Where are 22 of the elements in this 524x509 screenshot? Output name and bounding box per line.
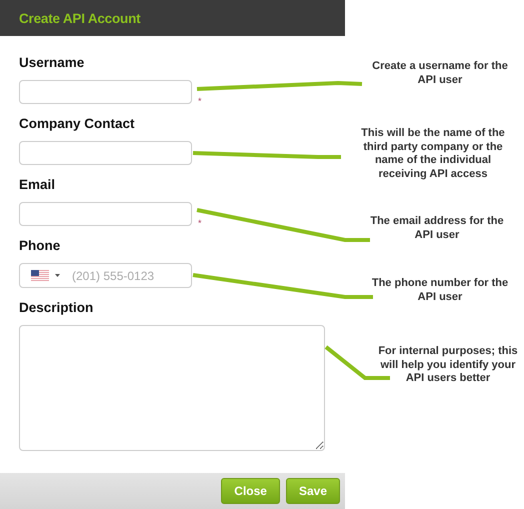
field-label: Description bbox=[19, 299, 94, 317]
text-field[interactable] bbox=[19, 202, 192, 226]
field-label: Company Contact bbox=[19, 115, 136, 133]
us-flag-icon bbox=[31, 270, 49, 281]
annotation-note: This will be the name of the third party company or the name of the individual receiving API access bbox=[360, 127, 506, 181]
description-field[interactable] bbox=[19, 325, 325, 451]
annotation-note: The email address for the API user bbox=[369, 215, 505, 242]
annotation-note: The phone number for the API user bbox=[370, 277, 510, 304]
field-label: Username bbox=[19, 54, 86, 72]
annotation-note: Create a username for the API user bbox=[371, 60, 509, 87]
field-label: Phone bbox=[19, 237, 62, 255]
text-field[interactable] bbox=[19, 141, 192, 165]
field-label: Email bbox=[19, 176, 56, 194]
close-button[interactable]: Close bbox=[221, 478, 280, 504]
required-mark: * bbox=[198, 219, 202, 228]
caret-icon[interactable] bbox=[55, 274, 60, 277]
phone-field[interactable]: (201) 555-0123 bbox=[19, 263, 192, 288]
text-field[interactable] bbox=[19, 80, 192, 104]
dialog-title: Create API Account bbox=[19, 10, 140, 26]
required-mark: * bbox=[198, 97, 202, 106]
annotation-note: For internal purposes; this will help you identify your API users better bbox=[377, 345, 519, 386]
save-button[interactable]: Save bbox=[286, 478, 340, 504]
